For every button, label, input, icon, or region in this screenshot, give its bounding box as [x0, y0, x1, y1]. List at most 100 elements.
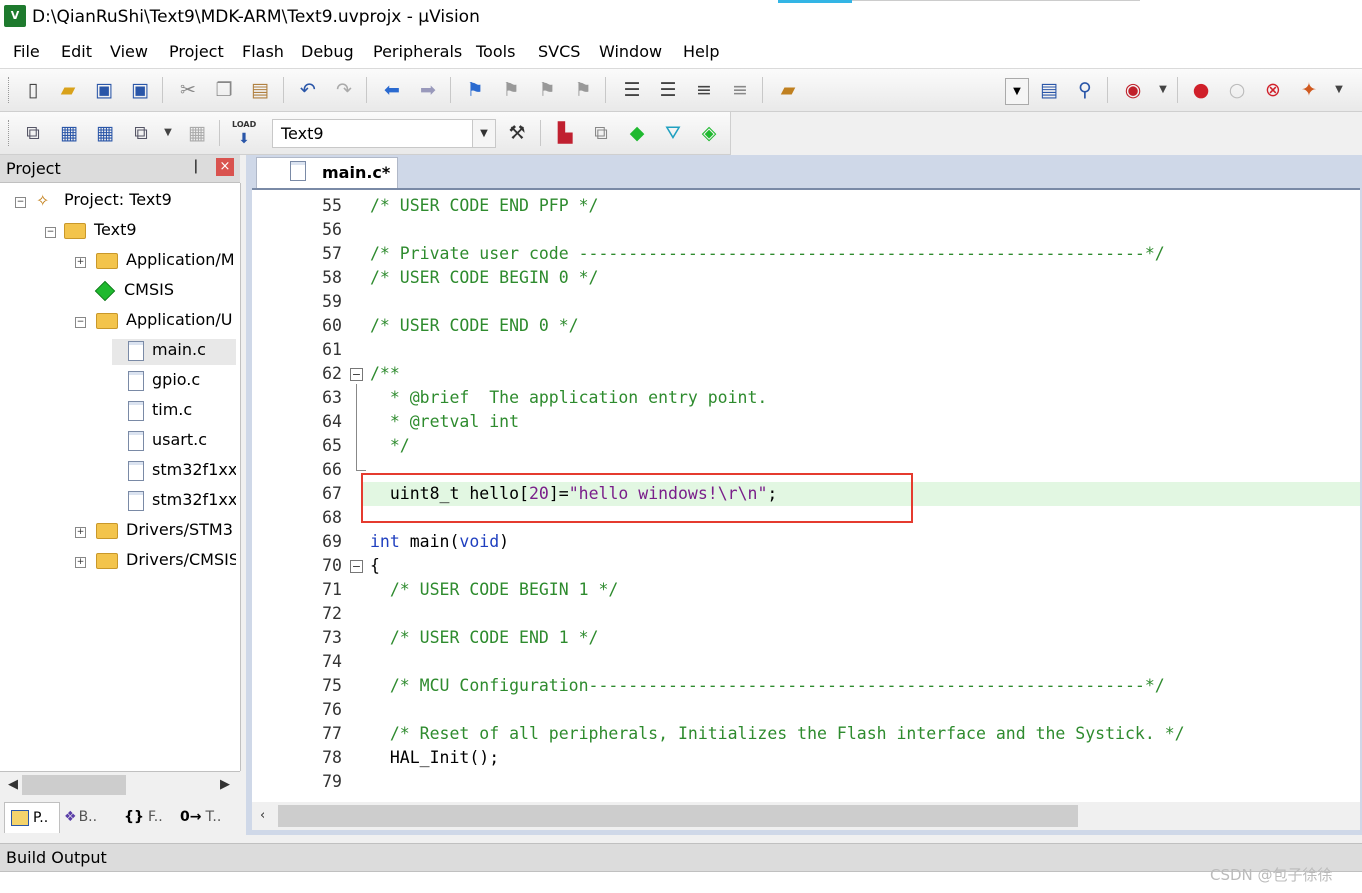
menu-tools[interactable]: Tools — [476, 42, 515, 61]
expand-toggle[interactable]: + — [75, 257, 86, 268]
prev-bookmark-icon[interactable]: ⚑ — [500, 79, 522, 101]
menu-help[interactable]: Help — [683, 42, 719, 61]
stop-build-icon[interactable]: ▦ — [186, 122, 208, 144]
chevron-down-icon[interactable]: ▼ — [1152, 79, 1174, 101]
comment-icon[interactable]: ≡ — [693, 79, 715, 101]
expand-toggle[interactable]: + — [75, 557, 86, 568]
scroll-thumb[interactable] — [278, 805, 1078, 827]
tree-item-group[interactable]: Application/M — [96, 250, 235, 274]
menu-view[interactable]: View — [110, 42, 148, 61]
expand-toggle[interactable]: + — [75, 527, 86, 538]
clear-bookmarks-icon[interactable]: ⚑ — [572, 79, 594, 101]
bookmark-icon[interactable]: ⚑ — [464, 79, 486, 101]
code-line: * @brief The application entry point. — [370, 388, 768, 407]
tree-item-file[interactable]: gpio.c — [128, 370, 200, 394]
batch-build-icon[interactable]: ⧉ — [130, 122, 152, 144]
tree-item-file[interactable]: stm32f1xx — [128, 460, 236, 484]
scroll-left-icon[interactable]: ◀ — [8, 775, 18, 795]
unindent-icon[interactable]: ☰ — [657, 79, 679, 101]
tree-label: usart.c — [152, 430, 208, 449]
tree-item-group[interactable]: Drivers/STM3 — [96, 520, 236, 544]
fold-toggle[interactable]: − — [350, 368, 363, 381]
tree-item-file[interactable]: usart.c — [128, 430, 207, 454]
save-icon[interactable]: ▣ — [93, 79, 115, 101]
tab-project[interactable]: P.. — [4, 802, 60, 833]
scroll-left-icon[interactable]: ‹ — [260, 806, 265, 826]
pin-icon[interactable]: ❘ — [190, 158, 202, 174]
scroll-right-icon[interactable]: ▶ — [220, 775, 230, 795]
nav-forward-icon[interactable]: ➡ — [417, 79, 439, 101]
breakpoint-icon[interactable]: ● — [1190, 79, 1212, 101]
tree-item-group[interactable]: Drivers/CMSIS — [96, 550, 236, 574]
tree-item-file[interactable]: tim.c — [128, 400, 192, 424]
pack-installer-icon[interactable]: ⛛ — [662, 122, 684, 144]
tree-item-group[interactable]: CMSIS — [94, 280, 174, 304]
chevron-down-icon[interactable]: ▼ — [1328, 79, 1350, 101]
tree-item-file[interactable]: stm32f1xx — [128, 490, 236, 514]
chevron-down-icon[interactable]: ▼ — [157, 122, 179, 144]
toolbar-separator — [540, 120, 541, 146]
select-packs-icon[interactable]: ⧉ — [590, 122, 612, 144]
save-all-icon[interactable]: ▣ — [129, 79, 151, 101]
undo-icon[interactable]: ↶ — [297, 79, 319, 101]
menu-svcs[interactable]: SVCS — [538, 42, 580, 61]
project-icon: ✧ — [36, 190, 50, 210]
redo-icon[interactable]: ↷ — [333, 79, 355, 101]
uncomment-icon[interactable]: ≡ — [729, 79, 751, 101]
tab-books[interactable]: ❖ B.. — [64, 802, 118, 832]
tab-main-c-label: main.c* — [322, 163, 391, 182]
build-output-body[interactable] — [0, 871, 1362, 893]
menu-flash[interactable]: Flash — [242, 42, 284, 61]
find-icon[interactable]: ▤ — [1038, 79, 1060, 101]
tree-label: Application/M — [126, 250, 235, 269]
disable-breakpoint-icon[interactable]: ○ — [1226, 79, 1248, 101]
tree-item-file[interactable]: main.c — [128, 340, 206, 364]
copy-icon[interactable]: ❐ — [213, 79, 235, 101]
tab-functions[interactable]: {} F.. — [124, 802, 176, 832]
manage-rte-icon[interactable]: ◆ — [626, 122, 648, 144]
kill-breakpoints-icon[interactable]: ⊗ — [1262, 79, 1284, 101]
target-options-icon[interactable]: ⚒ — [506, 122, 528, 144]
menu-debug[interactable]: Debug — [301, 42, 354, 61]
tree-item-group[interactable]: Application/U — [96, 310, 233, 334]
toolbar-grip[interactable] — [8, 77, 12, 103]
menu-window[interactable]: Window — [599, 42, 662, 61]
toolbar-grip[interactable] — [8, 120, 12, 146]
build-icon[interactable]: ▦ — [58, 122, 80, 144]
tab-templates[interactable]: 0→ T.. — [180, 802, 236, 832]
c-file-icon — [290, 161, 306, 181]
tree-item-target[interactable]: Text9 — [64, 220, 137, 244]
collapse-toggle[interactable]: − — [75, 317, 86, 328]
build-output-title: Build Output — [6, 848, 107, 867]
build-output-header — [0, 843, 1362, 871]
open-folder-icon[interactable]: ▰ — [57, 79, 79, 101]
next-bookmark-icon[interactable]: ⚑ — [536, 79, 558, 101]
fold-toggle[interactable]: − — [350, 560, 363, 573]
menu-edit[interactable]: Edit — [61, 42, 92, 61]
indent-icon[interactable]: ☰ — [621, 79, 643, 101]
manage-project-items-icon[interactable]: ▙ — [554, 122, 576, 144]
rebuild-icon[interactable]: ▦ — [94, 122, 116, 144]
download-icon[interactable]: ⬇ — [233, 128, 255, 150]
debug-session-icon[interactable]: ◉ — [1122, 79, 1144, 101]
collapse-toggle[interactable]: − — [45, 227, 56, 238]
close-icon[interactable]: × — [216, 158, 234, 176]
menu-peripherals[interactable]: Peripherals — [373, 42, 462, 61]
tree-item-project[interactable]: ✧ Project: Text9 — [36, 190, 172, 214]
find-combo-arrow[interactable]: ▼ — [1005, 78, 1029, 105]
translate-icon[interactable]: ⧉ — [22, 122, 44, 144]
cut-icon[interactable]: ✂ — [177, 79, 199, 101]
toolbar-separator — [219, 120, 220, 146]
find-in-files-icon[interactable]: ▰ — [777, 79, 799, 101]
paste-icon[interactable]: ▤ — [249, 79, 271, 101]
menu-file[interactable]: File — [13, 42, 40, 61]
incremental-find-icon[interactable]: ⚲ — [1074, 79, 1096, 101]
new-file-icon[interactable]: ▯ — [22, 79, 44, 101]
run-time-env-icon[interactable]: ◈ — [698, 122, 720, 144]
configure-icon[interactable]: ✦ — [1298, 79, 1320, 101]
scroll-thumb[interactable] — [22, 775, 126, 795]
collapse-toggle[interactable]: − — [15, 197, 26, 208]
chevron-down-icon[interactable]: ▼ — [472, 120, 495, 147]
menu-project[interactable]: Project — [169, 42, 224, 61]
nav-back-icon[interactable]: ⬅ — [381, 79, 403, 101]
